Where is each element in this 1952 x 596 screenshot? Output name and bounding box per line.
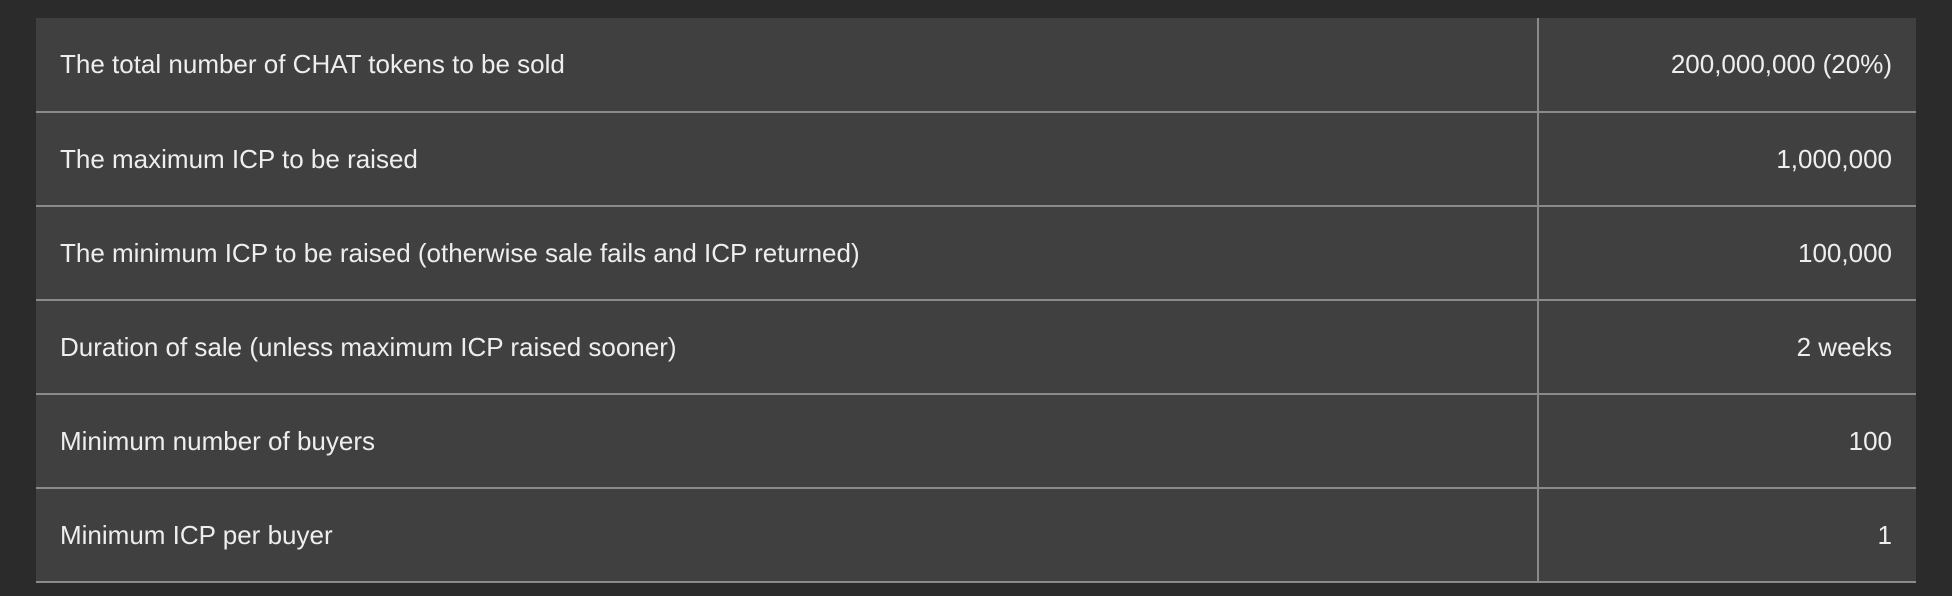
row-label: Duration of sale (unless maximum ICP rai… <box>60 331 677 362</box>
row-value: 1 <box>1537 488 1916 582</box>
row-label: Minimum number of buyers <box>60 425 375 456</box>
table-row-tokens-sold: The total number of CHAT tokens to be so… <box>36 18 1916 112</box>
token-sale-table: The total number of CHAT tokens to be so… <box>36 18 1916 583</box>
table-row-min-icp-per-buyer: Minimum ICP per buyer 1 <box>36 488 1916 582</box>
row-label: Minimum ICP per buyer <box>60 519 333 550</box>
row-value: 200,000,000 (20%) <box>1537 18 1916 112</box>
table-row-max-icp: The maximum ICP to be raised 1,000,000 <box>36 112 1916 206</box>
table-row-min-buyers: Minimum number of buyers 100 <box>36 394 1916 488</box>
table-row-duration: Duration of sale (unless maximum ICP rai… <box>36 300 1916 394</box>
row-value: 1,000,000 <box>1537 112 1916 206</box>
row-value: 2 weeks <box>1537 300 1916 394</box>
row-value: 100,000 <box>1537 206 1916 300</box>
row-label: The minimum ICP to be raised (otherwise … <box>60 237 860 268</box>
table-row-min-icp: The minimum ICP to be raised (otherwise … <box>36 206 1916 300</box>
row-value: 100 <box>1537 394 1916 488</box>
page: The total number of CHAT tokens to be so… <box>0 0 1952 596</box>
row-label: The maximum ICP to be raised <box>60 143 418 174</box>
row-label: The total number of CHAT tokens to be so… <box>60 49 565 79</box>
